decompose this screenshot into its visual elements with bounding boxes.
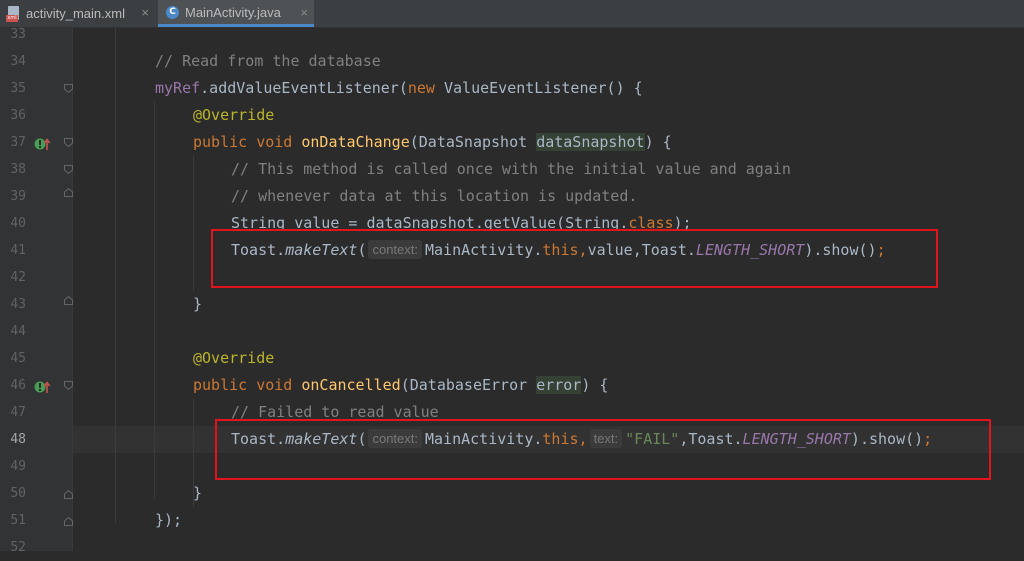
code-line-51: }); — [155, 507, 182, 534]
line-number: 50 — [10, 486, 26, 501]
line-number: 40 — [10, 216, 26, 231]
comment: // This method is called once with the i… — [231, 160, 791, 178]
fold-open-icon[interactable] — [64, 165, 73, 174]
field-ref: myRef — [155, 79, 201, 97]
fold-close-icon[interactable] — [64, 188, 73, 197]
highlight-box — [211, 229, 938, 288]
editor-tab-bar: xml activity_main.xml × C MainActivity.j… — [0, 0, 1024, 28]
line-number: 43 — [10, 297, 26, 312]
code-text: (DataSnapshot — [409, 133, 537, 151]
code-line-36: @Override — [193, 102, 274, 129]
comment: // Read from the database — [155, 52, 381, 70]
line-number: 34 — [10, 54, 26, 69]
tab-label: MainActivity.java — [185, 4, 281, 20]
keyword: public — [193, 133, 248, 151]
line-number: 44 — [10, 324, 26, 339]
indent-guide — [115, 28, 116, 523]
code-text: .addValueEventListener( — [200, 79, 408, 97]
line-number: 33 — [10, 27, 26, 42]
code-text: ValueEventListener() { — [434, 79, 643, 97]
code-line-39: // whenever data at this location is upd… — [231, 183, 637, 210]
highlight-box — [215, 419, 991, 480]
code-line-43: } — [193, 291, 202, 318]
line-number: 52 — [10, 540, 26, 555]
line-number: 51 — [10, 513, 26, 528]
keyword: public — [193, 376, 248, 394]
keyword: new — [407, 79, 435, 97]
code-text: } — [193, 484, 203, 502]
line-number-current: 48 — [10, 432, 26, 447]
code-text: }); — [155, 511, 183, 529]
fold-open-icon[interactable] — [64, 138, 73, 147]
override-method-icon[interactable] — [34, 136, 52, 150]
line-number: 46 — [10, 378, 26, 393]
code-text: } — [193, 295, 203, 313]
keyword: void — [256, 376, 293, 394]
line-number: 45 — [10, 351, 26, 366]
fold-open-icon[interactable] — [64, 381, 73, 390]
line-number: 47 — [10, 405, 26, 420]
line-number: 35 — [10, 81, 26, 96]
close-icon[interactable]: × — [300, 5, 308, 20]
tab-label: activity_main.xml — [26, 6, 125, 21]
code-text: (DatabaseError — [400, 376, 537, 394]
line-number: 42 — [10, 270, 26, 285]
annotation: @Override — [193, 106, 275, 124]
method-name: onDataChange — [301, 133, 410, 151]
code-line-35: myRef.addValueEventListener(new ValueEve… — [155, 75, 643, 102]
annotation: @Override — [193, 349, 275, 367]
close-icon[interactable]: × — [141, 5, 149, 20]
line-number: 38 — [10, 162, 26, 177]
java-class-icon: C — [166, 5, 179, 19]
keyword: void — [256, 133, 293, 151]
code-text: ) { — [644, 133, 672, 151]
fold-close-icon[interactable] — [64, 490, 73, 499]
line-number: 41 — [10, 243, 26, 258]
code-line-34: // Read from the database — [155, 48, 381, 75]
code-line-46: public void onCancelled(DatabaseError er… — [193, 372, 608, 399]
code-text: ) { — [581, 376, 609, 394]
code-line-50: } — [193, 480, 202, 507]
comment: // whenever data at this location is upd… — [231, 187, 638, 205]
line-number: 37 — [10, 135, 26, 150]
fold-close-icon[interactable] — [64, 296, 73, 305]
line-number: 36 — [10, 108, 26, 123]
line-number: 39 — [10, 189, 26, 204]
line-number: 49 — [10, 459, 26, 474]
fold-open-icon[interactable] — [64, 84, 73, 93]
indent-guide — [193, 156, 194, 291]
code-line-45: @Override — [193, 345, 274, 372]
parameter: dataSnapshot — [536, 133, 645, 151]
tab-mainactivity-java[interactable]: C MainActivity.java × — [158, 0, 314, 27]
method-name: onCancelled — [301, 376, 401, 394]
xml-file-icon: xml — [6, 5, 20, 22]
indent-guide — [154, 102, 155, 498]
override-method-icon[interactable] — [34, 379, 52, 393]
fold-close-icon[interactable] — [64, 517, 73, 526]
code-line-38: // This method is called once with the i… — [231, 156, 791, 183]
code-line-37: public void onDataChange(DataSnapshot da… — [193, 129, 672, 156]
parameter: error — [536, 376, 582, 394]
